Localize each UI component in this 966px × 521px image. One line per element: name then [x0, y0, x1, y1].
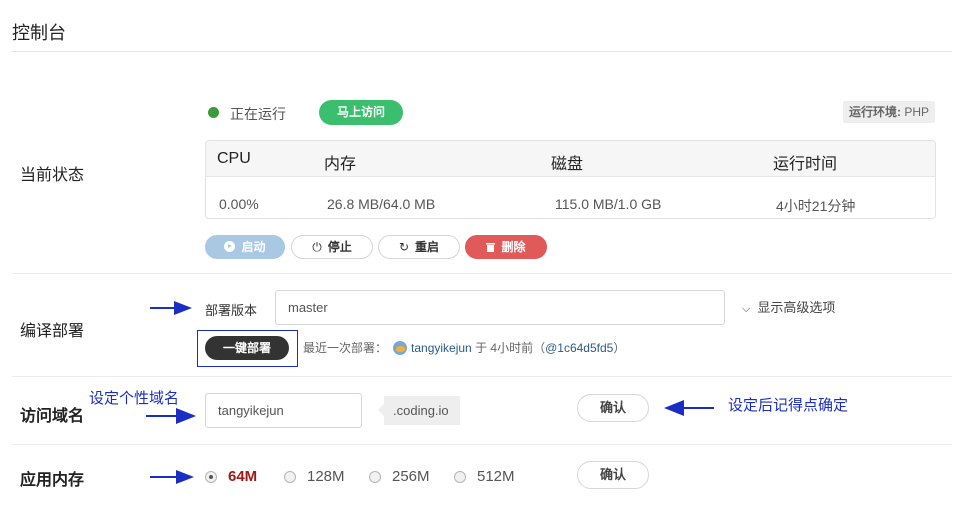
stop-button[interactable]: ⏻ 停止 [291, 235, 373, 259]
stats-value-cpu: 0.00% [219, 196, 259, 212]
stats-header-disk: 磁盘 [551, 156, 584, 173]
restart-button[interactable]: ↻ 重启 [378, 235, 460, 259]
last-deploy-info: 最近一次部署： tangyikejun 于 4小时前（@1c64d5fd5） [303, 339, 625, 356]
section-divider [12, 376, 952, 377]
chevron-double-down-icon: ⌵ [742, 303, 751, 315]
last-deploy-time: 于 4小时前（ [475, 341, 546, 355]
radio-icon [205, 470, 217, 483]
last-deploy-user-link[interactable]: tangyikejun [411, 341, 472, 355]
memory-option-256m[interactable]: 256M [369, 468, 430, 485]
running-status-dot [208, 107, 219, 118]
radio-icon [284, 470, 296, 483]
memory-option-label: 64M [228, 468, 258, 485]
stats-value-memory: 26.8 MB/64.0 MB [327, 196, 436, 212]
domain-suffix: .coding.io [378, 396, 460, 425]
domain-section-label: 访问域名 [20, 408, 85, 425]
last-deploy-prefix: 最近一次部署： [303, 341, 388, 355]
runtime-env-value: PHP [904, 105, 930, 119]
status-section-label: 当前状态 [20, 167, 85, 184]
memory-option-128m[interactable]: 128M [284, 468, 345, 485]
memory-option-512m[interactable]: 512M [454, 468, 515, 485]
page-title: 控制台 [12, 23, 66, 43]
radio-icon [369, 470, 381, 483]
confirm-annotation-text: 设定后记得点确定 [728, 397, 849, 414]
one-click-deploy-button[interactable]: 一键部署 [205, 336, 289, 360]
runtime-env-badge: 运行环境: PHP [843, 101, 935, 123]
last-deploy-suffix: ） [613, 341, 626, 355]
restart-button-label: 重启 [415, 240, 440, 254]
stats-header-cpu: CPU [217, 150, 251, 167]
delete-button-label: 删除 [501, 240, 526, 254]
advanced-options-label: 显示高级选项 [757, 300, 836, 315]
stats-header-uptime: 运行时间 [773, 156, 838, 173]
deploy-branch-input[interactable]: master [275, 290, 725, 325]
radio-icon [454, 470, 466, 483]
stats-header-row: CPU 内存 磁盘 运行时间 [206, 141, 935, 177]
annotation-arrow-icon [150, 301, 192, 315]
user-avatar [393, 341, 408, 355]
last-deploy-commit-link[interactable]: @1c64d5fd5 [545, 341, 613, 355]
annotation-arrow-icon [146, 408, 196, 424]
visit-now-button[interactable]: 马上访问 [319, 100, 403, 125]
power-icon: ⏻ [312, 240, 322, 254]
memory-option-64m[interactable]: 64M [205, 468, 257, 485]
annotation-arrow-icon [150, 470, 194, 484]
memory-option-label: 256M [392, 468, 430, 485]
stop-button-label: 停止 [327, 240, 352, 254]
trash-icon [486, 236, 496, 258]
stats-value-disk: 115.0 MB/1.0 GB [555, 196, 662, 212]
stats-header-memory: 内存 [324, 156, 357, 173]
start-play-icon [224, 241, 236, 252]
resource-stats-table: CPU 内存 磁盘 运行时间 0.00% 26.8 MB/64.0 MB 115… [205, 140, 936, 219]
start-button-label: 启动 [241, 240, 266, 254]
status-text: 正在运行 [230, 106, 286, 122]
section-divider [12, 444, 952, 445]
refresh-icon: ↻ [398, 240, 410, 254]
advanced-options-toggle[interactable]: ⌵ 显示高级选项 [742, 297, 835, 316]
custom-domain-input[interactable]: tangyikejun [205, 393, 362, 428]
deploy-section-label: 编译部署 [20, 323, 85, 340]
title-divider [12, 51, 952, 52]
domain-annotation-text: 设定个性域名 [89, 390, 180, 407]
start-button[interactable]: 启动 [205, 235, 285, 259]
memory-option-label: 128M [307, 468, 345, 485]
domain-confirm-button[interactable]: 确认 [577, 394, 649, 422]
section-divider [12, 273, 952, 274]
stats-value-uptime: 4小时21分钟 [776, 198, 856, 214]
memory-section-label: 应用内存 [20, 472, 85, 489]
memory-option-label: 512M [477, 468, 515, 485]
deploy-version-label: 部署版本 [205, 303, 258, 318]
delete-button[interactable]: 删除 [465, 235, 547, 259]
runtime-env-key: 运行环境: [848, 105, 901, 119]
annotation-arrow-icon [664, 400, 714, 416]
memory-confirm-button[interactable]: 确认 [577, 461, 649, 489]
